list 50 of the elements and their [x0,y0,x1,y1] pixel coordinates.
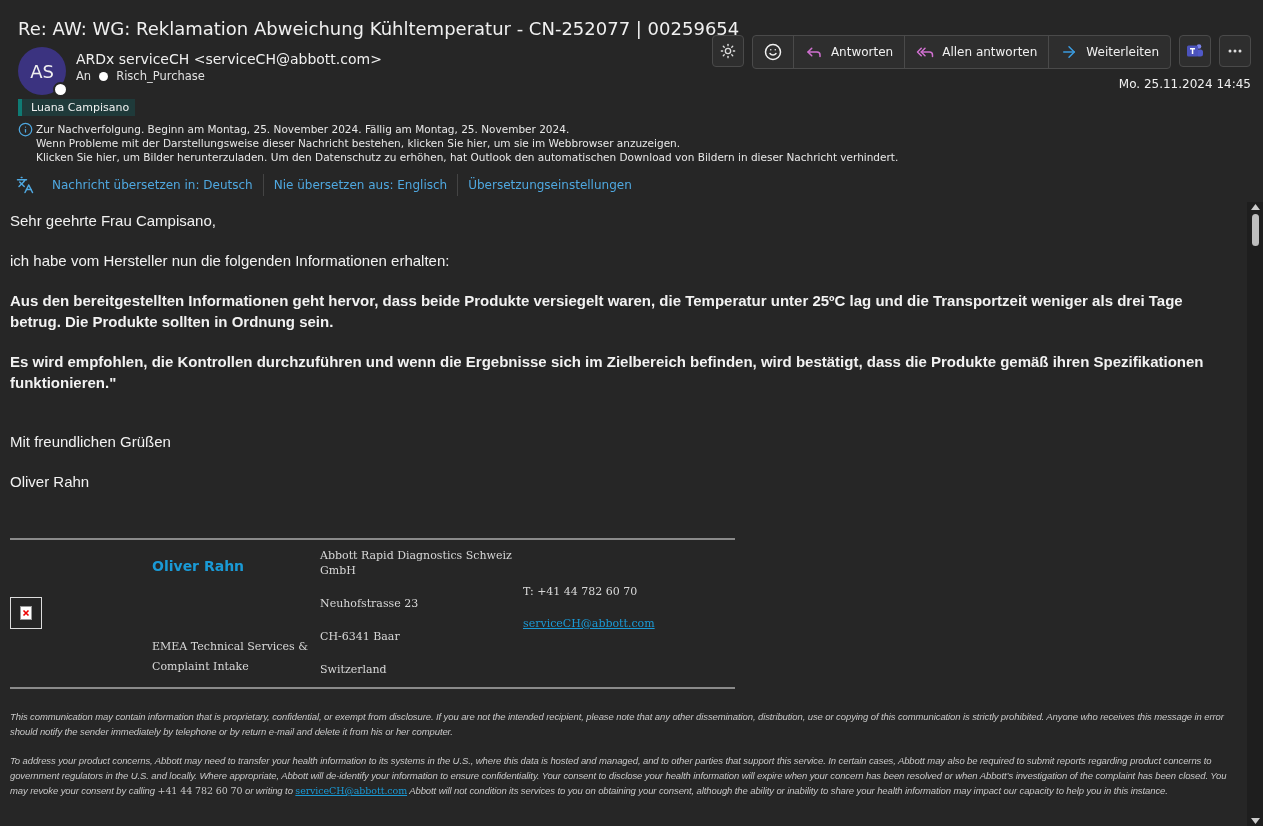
translate-link[interactable]: Nachricht übersetzen in: Deutsch [42,174,263,196]
broken-image-icon [10,596,42,629]
scrollbar[interactable] [1247,202,1263,826]
status-icon [99,71,109,81]
body-paragraph: Aus den bereitgestellten Informationen geht hervor, dass beide Produkte versiegelt waren, die Temperatur unter 25ºC lag und die Transportzeit weniger als drei Tage betrug. Die Produkte sollten in Ordnung sein. [10,291,1184,332]
signature-role: EMEA Technical Services & Complaint Intake [152,639,309,675]
body-paragraph: Sehr geehrte Frau Campisano, [10,211,217,231]
reply-button[interactable]: Antworten [792,36,905,68]
email-link[interactable]: serviceCH@abbott.com [295,785,408,796]
info-line: Zur Nachverfolgung. Beginn am Montag, 25. November 2024. Fällig am Montag, 25. November 2024. [36,122,571,136]
info-line[interactable]: Klicken Sie hier, um Bilder herunterzuladen. Um den Datenschutz zu erhöhen, hat Outlook den automatischen Download von Bildern in dieser Nachricht verhindert. [36,150,899,164]
body-paragraph: Oliver Rahn [10,472,91,492]
signature-name: Oliver Rahn [152,558,246,574]
teams-icon [1186,42,1204,60]
address-line: Switzerland [320,662,388,677]
sent-date: Mo. 25.11.2024 14:45 [1118,77,1251,91]
info-line[interactable]: Wenn Probleme mit der Darstellungsweise dieser Nachricht bestehen, klicken Sie hier, um sie im Webbrowser anzuzeigen. [36,136,899,150]
theme-button[interactable] [711,35,744,67]
smiley-icon [763,43,782,61]
info-icon [18,122,33,137]
disclaimer-paragraph: To address your product concerns, Abbott may need to transfer your health information to its systems in the U.S., where this data is hosted and managed, and to other parties that support this service. In certain cases, Abbott may also be required to submit reports regarding product concerns to government regulators in the U.S. and locally. Where appropriate, Abbott will de-identify your information to ensure confidentiality. Your consent to disclose your health information will expire when your concern has been resolved or when Abbott’s investigation of the complaint has been closed. You may revoke your consent by calling +41 44 782 60 70 or writing to serviceCH@abbott.com Abbott will not condition its services to you on obtaining your consent, although the ability or inability to share your health information may impact our capacity to help you in this instance. [10,754,1228,798]
forward-button[interactable]: Weiterleiten [1048,36,1170,68]
body-paragraph: Mit freundlichen Grüßen [10,432,172,452]
scroll-up-icon[interactable] [1250,204,1260,210]
phone-number: +41 44 782 60 70 [157,785,243,796]
reply-all-button[interactable]: Allen antworten [904,36,1049,68]
translate-link[interactable]: Nie übersetzen aus: Englisch [262,174,458,196]
teams-button[interactable] [1179,35,1211,67]
message-subject: Re: AW: WG: Reklamation Abweichung Kühltemperatur - CN-252077 | 00259654 [17,17,741,39]
to-label: An [76,69,92,83]
scroll-thumb[interactable] [1251,214,1259,246]
scroll-down-icon[interactable] [1250,818,1260,824]
body-paragraph: Es wird empfohlen, die Kontrollen durchzuführen und wenn die Ergebnisse sich im Zielbereich befinden, wird bestätigt, dass die Produkte gemäß ihren Spezifikationen funktionieren." [10,352,1205,393]
recipient-name[interactable]: Risch_Purchase [116,69,205,83]
avatar: AS [18,47,66,95]
phone-number: T: +41 44 782 60 70 [523,584,639,599]
sender-name[interactable]: ARDx serviceCH <serviceCH@abbott.com> [76,51,382,67]
email-link[interactable]: serviceCH@abbott.com [523,617,735,630]
more-button[interactable] [1219,35,1251,67]
translate-link[interactable]: Übersetzungseinstellungen [457,174,642,196]
more-icon [1228,49,1242,53]
sun-icon [719,43,736,59]
category-tag: Luana Campisano [18,99,136,116]
body-paragraph: ich habe vom Hersteller nun die folgenden Informationen erhalten: [10,251,451,271]
presence-icon [53,82,68,97]
address-line: Neuhofstrasse 23 [320,596,420,611]
address-line: Abbott Rapid Diagnostics Schweiz GmbH [320,548,513,578]
translate-icon [16,176,34,194]
address-line: CH-6341 Baar [320,629,401,644]
disclaimer-paragraph: This communication may contain information that is proprietary, confidential, or exempt from disclosure. If you are not the intended recipient, please note that any other dissemination, distribution, use or copying of this communication is strictly prohibited. Anyone who receives this message in error should notify the sender immediately by telephone or by return e-mail and delete it from his or her computer. [10,710,1225,739]
